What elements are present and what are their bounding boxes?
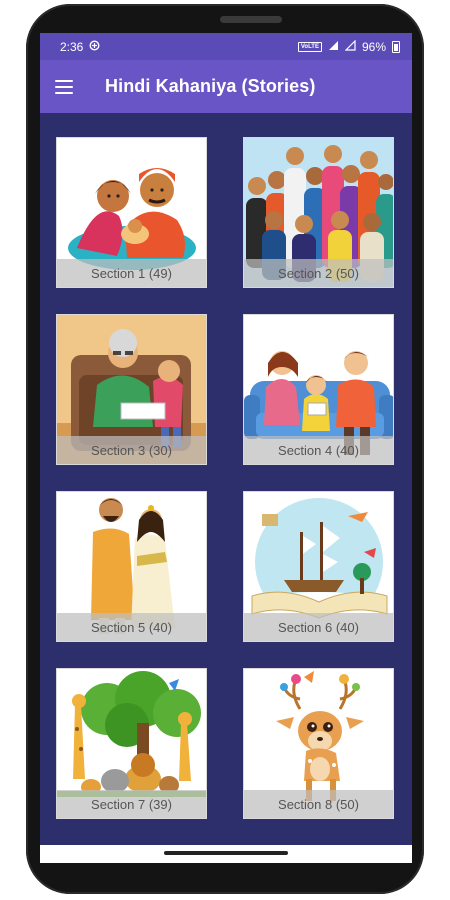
hamburger-menu-icon[interactable] bbox=[55, 79, 73, 94]
section-label: Section 4 (40) bbox=[244, 436, 393, 464]
system-nav-bar bbox=[40, 845, 412, 863]
volte-badge: VoLTE bbox=[297, 41, 322, 52]
app-bar: Hindi Kahaniya (Stories) bbox=[40, 60, 412, 113]
phone-speaker bbox=[220, 16, 282, 23]
app-screen: 2:36 VoLTE 96% Hindi Kahaniya (Stories) bbox=[40, 33, 412, 863]
section-label: Section 8 (50) bbox=[244, 790, 393, 818]
section-card-1[interactable]: Section 1 (49) bbox=[56, 137, 207, 288]
section-card-2[interactable]: Section 2 (50) bbox=[243, 137, 394, 288]
status-bar: 2:36 VoLTE 96% bbox=[40, 33, 412, 60]
section-card-4[interactable]: Section 4 (40) bbox=[243, 314, 394, 465]
battery-icon bbox=[392, 40, 400, 53]
section-grid: Section 1 (49) Section 2 (50) Section 3 … bbox=[40, 113, 412, 845]
section-card-3[interactable]: Section 3 (30) bbox=[56, 314, 207, 465]
section-label: Section 3 (30) bbox=[57, 436, 206, 464]
signal-outline-icon bbox=[344, 39, 356, 54]
section-card-8[interactable]: Section 8 (50) bbox=[243, 668, 394, 819]
section-label: Section 1 (49) bbox=[57, 259, 206, 287]
home-gesture-bar[interactable] bbox=[164, 851, 288, 855]
section-card-7[interactable]: Section 7 (39) bbox=[56, 668, 207, 819]
app-title: Hindi Kahaniya (Stories) bbox=[105, 76, 316, 96]
section-card-5[interactable]: Section 5 (40) bbox=[56, 491, 207, 642]
battery-percent: 96% bbox=[361, 39, 386, 54]
section-label: Section 2 (50) bbox=[244, 259, 393, 287]
section-label: Section 7 (39) bbox=[57, 790, 206, 818]
data-saver-icon bbox=[89, 39, 100, 54]
status-time: 2:36 bbox=[60, 39, 84, 54]
section-card-6[interactable]: Section 6 (40) bbox=[243, 491, 394, 642]
section-label: Section 5 (40) bbox=[57, 613, 206, 641]
section-label: Section 6 (40) bbox=[244, 613, 393, 641]
signal-icon bbox=[328, 40, 339, 54]
